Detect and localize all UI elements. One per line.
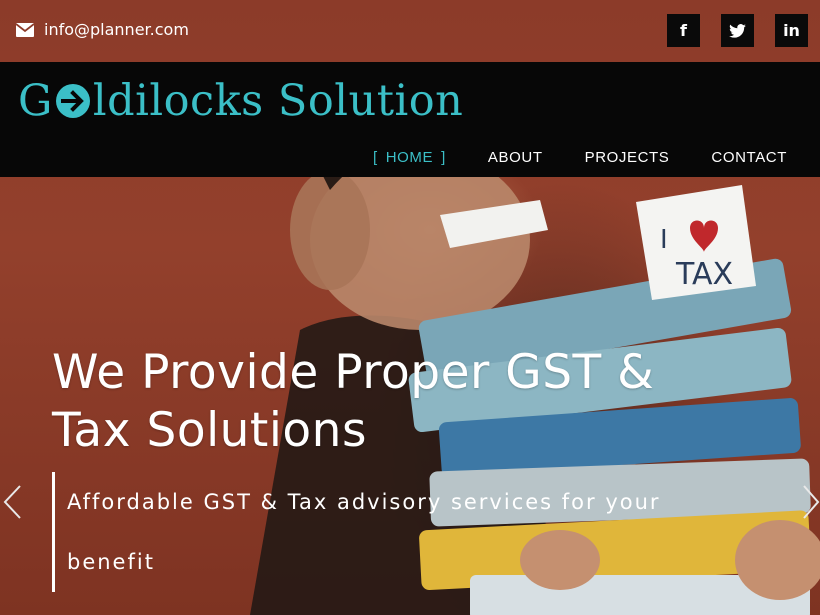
linkedin-button[interactable]: in: [775, 14, 808, 47]
linkedin-icon: in: [783, 21, 800, 40]
sign-text-tax: TAX: [675, 257, 733, 292]
nav-item-projects[interactable]: PROJECTS: [585, 149, 670, 166]
tax-sign: I TAX: [636, 185, 756, 300]
top-bar: info@planner.com f in: [0, 0, 820, 62]
brand-logo[interactable]: G ldilocks Solution: [18, 76, 463, 126]
active-bracket-close: ]: [441, 149, 446, 166]
nav-item-about[interactable]: ABOUT: [488, 149, 543, 166]
email-contact[interactable]: info@planner.com: [16, 20, 189, 39]
arrow-circle-icon: [55, 84, 90, 118]
headline-line-1: We Provide Proper GST &: [52, 345, 655, 400]
active-bracket-open: [: [372, 149, 378, 166]
chevron-left-icon[interactable]: [2, 484, 22, 520]
tagline-block: Affordable GST & Tax advisory services f…: [52, 472, 732, 592]
hero-headline: We Provide Proper GST & Tax Solutions: [52, 344, 752, 460]
hero-tagline: Affordable GST & Tax advisory services f…: [67, 490, 661, 574]
social-links: f in: [667, 14, 808, 47]
chevron-right-icon[interactable]: [800, 484, 820, 520]
nav-item-contact[interactable]: CONTACT: [711, 149, 787, 166]
twitter-button[interactable]: [721, 14, 754, 47]
envelope-icon: [16, 22, 34, 37]
logo-first-letter: G: [18, 76, 53, 126]
headline-line-2: Tax Solutions: [52, 403, 367, 458]
twitter-icon: [729, 23, 746, 38]
sign-text-i: I: [660, 225, 668, 255]
email-address[interactable]: info@planner.com: [44, 20, 189, 39]
main-navbar: G ldilocks Solution [ HOME] ABOUT PROJECT…: [0, 62, 820, 177]
nav-item-home[interactable]: [ HOME]: [373, 149, 446, 166]
nav-menu: [ HOME] ABOUT PROJECTS CONTACT: [373, 149, 787, 166]
nav-label-home: HOME: [385, 149, 434, 166]
logo-rest: ldilocks Solution: [92, 76, 464, 126]
facebook-button[interactable]: f: [667, 14, 700, 47]
facebook-icon: f: [680, 21, 687, 40]
